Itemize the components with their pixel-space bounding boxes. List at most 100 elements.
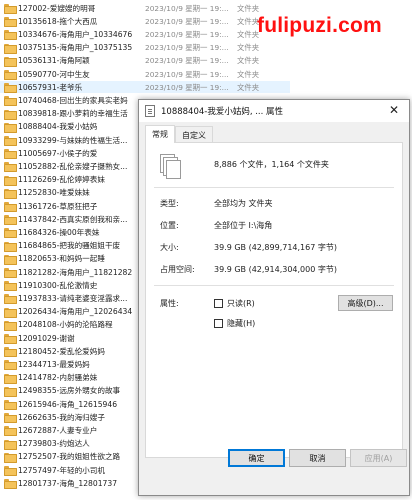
advanced-button[interactable]: 高级(D)...: [338, 295, 393, 311]
folder-icon: [4, 202, 17, 212]
folder-icon: [4, 162, 17, 173]
file-name: 11684865-把我的骚姐姐干废: [18, 241, 121, 251]
file-name: 10135618-拖个大西瓜: [18, 16, 98, 26]
file-name: 11937833-请纯老婆变淫露求...: [18, 293, 128, 303]
file-name: 12752507-我的姐姐性欲之路: [18, 452, 121, 462]
folder-icon: [4, 413, 17, 424]
folder-icon: [4, 188, 17, 199]
readonly-checkbox[interactable]: [214, 299, 223, 308]
file-date: 2023/10/9 星期一 19:...: [145, 3, 229, 13]
folder-icon: [4, 149, 17, 160]
file-name: 12498355-远房外甥女的故事: [18, 386, 121, 396]
file-row[interactable]: 10135618-拖个大西瓜 2023/10/9 星期一 19:... 文件夹: [0, 15, 290, 28]
file-name: 10740468-回出生的家具实老妈: [18, 95, 128, 105]
file-name: 12048108-小妈的沦陷路程: [18, 320, 113, 330]
divider: [154, 285, 394, 286]
folder-icon: [4, 122, 17, 133]
folder-icon: [4, 479, 17, 490]
readonly-label[interactable]: 只读(R): [227, 298, 255, 309]
file-name: 11820653-和妈妈一起睡: [18, 254, 105, 264]
file-name: 11821282-海角用户_11821282: [18, 267, 133, 277]
file-name: 11361726-草原狂把子: [18, 201, 98, 211]
disk-size-value: 39.9 GB (42,914,304,000 字节): [214, 265, 337, 274]
file-date: 2023/10/9 星期一 19:...: [145, 43, 229, 53]
file-name: 12615946-海角_12615946: [18, 399, 118, 409]
file-name: 10590770-河中生友: [18, 69, 90, 79]
file-name: 11437842-西真实原创我和亲...: [18, 214, 128, 224]
folder-icon: [4, 175, 17, 186]
file-type: 文件夹: [237, 56, 260, 66]
hidden-checkbox[interactable]: [214, 319, 223, 328]
folder-icon: [4, 254, 17, 265]
location-value: 全部位于 I:\海角: [214, 221, 273, 230]
general-panel: 8,886 个文件，1,164 个文件夹 类型: 全部均为 文件夹 位置: 全部…: [145, 142, 403, 458]
file-name: 12344713-最爱妈妈: [18, 359, 90, 369]
file-name: 10888404-我爱小姑妈: [18, 122, 98, 132]
file-name: 10933299-与妹妹的性福生活...: [18, 135, 128, 145]
file-type: 文件夹: [237, 3, 260, 13]
folder-icon: [4, 136, 17, 146]
file-type: 文件夹: [237, 29, 260, 39]
folder-icon: [4, 439, 17, 450]
type-label: 类型:: [160, 199, 179, 208]
folder-icon: [4, 83, 17, 94]
file-row[interactable]: 10334676-海角用户_10334676 2023/10/9 星期一 19:.…: [0, 28, 290, 41]
file-row[interactable]: 10657931-老爷乐 2023/10/9 星期一 19:... 文件夹: [0, 81, 290, 94]
watermark: fulipuzi.com: [257, 14, 382, 37]
folder-icon: [4, 228, 17, 239]
folder-icon: [4, 400, 17, 410]
file-name: 12091029-谢谢: [18, 333, 75, 343]
file-name: 10839818-跟小萝莉的幸福生活: [18, 109, 128, 119]
file-row[interactable]: 10375135-海角用户_10375135 2023/10/9 星期一 19:.…: [0, 42, 290, 54]
location-label: 位置:: [160, 221, 179, 230]
file-name: 11684326-操00年表妹: [18, 227, 100, 237]
file-type: 文件夹: [237, 69, 260, 79]
file-row[interactable]: 10590770-河中生友 2023/10/9 星期一 19:... 文件夹: [0, 68, 290, 80]
divider: [154, 187, 394, 188]
folder-icon: [4, 268, 17, 278]
file-name: 11005697-小侯子的爱: [18, 148, 98, 158]
folder-icon: [4, 215, 17, 226]
folder-icon: [4, 426, 17, 437]
size-label: 大小:: [160, 243, 179, 252]
tab-general[interactable]: 常规: [145, 125, 175, 143]
file-name: 11910300-乱伦激情史: [18, 280, 98, 290]
file-row[interactable]: 10536131-海角阿颖 2023/10/9 星期一 19:... 文件夹: [0, 55, 290, 67]
folder-icon: [4, 70, 17, 80]
file-name: 10334676-海角用户_10334676: [18, 29, 133, 39]
file-name: 10536131-海角阿颖: [18, 56, 90, 66]
file-name: 12662635-我的海归嫂子: [18, 412, 105, 422]
file-name: 12180452-爱乱伦爱妈妈: [18, 346, 105, 356]
file-type: 文件夹: [237, 82, 260, 92]
folder-icon: [4, 320, 17, 331]
hidden-label[interactable]: 隐藏(H): [227, 318, 255, 329]
file-date: 2023/10/9 星期一 19:...: [145, 29, 229, 39]
apply-button[interactable]: 应用(A): [350, 449, 407, 467]
folder-icon: [4, 109, 17, 120]
attributes-label: 属性:: [160, 299, 179, 308]
dialog-title: 10888404-我爱小姑妈, ... 属性: [161, 107, 284, 117]
file-name: 12414782-内射骚弟妹: [18, 373, 98, 383]
file-name: 11252830-唯爱妹妹: [18, 188, 90, 198]
file-type: 文件夹: [237, 16, 260, 26]
tab-bar: 常规 自定义: [145, 125, 213, 143]
folder-icon: [4, 452, 17, 463]
ok-button[interactable]: 确定: [228, 449, 285, 467]
properties-dialog: 10888404-我爱小姑妈, ... 属性 ✕ 常规 自定义 8,886 个文…: [138, 99, 410, 496]
folder-icon: [4, 294, 17, 305]
folder-icon: [4, 30, 17, 41]
file-name: 12801737-海角_12801737: [18, 478, 118, 488]
folder-icon: [4, 241, 17, 252]
properties-icon: [145, 105, 155, 117]
folder-icon: [4, 4, 17, 14]
close-icon[interactable]: ✕: [387, 103, 401, 117]
tab-custom[interactable]: 自定义: [175, 126, 213, 143]
cancel-button[interactable]: 取消: [289, 449, 346, 467]
folder-icon: [4, 466, 17, 476]
file-name: 10375135-海角用户_10375135: [18, 43, 133, 53]
file-date: 2023/10/9 星期一 19:...: [145, 82, 229, 92]
file-row[interactable]: 127002-爱嫂嫂的明哥 2023/10/9 星期一 19:... 文件夹: [0, 2, 290, 14]
file-date: 2023/10/9 星期一 19:...: [145, 69, 229, 79]
folder-icon: [4, 386, 17, 397]
dialog-titlebar[interactable]: 10888404-我爱小姑妈, ... 属性 ✕: [139, 100, 409, 122]
